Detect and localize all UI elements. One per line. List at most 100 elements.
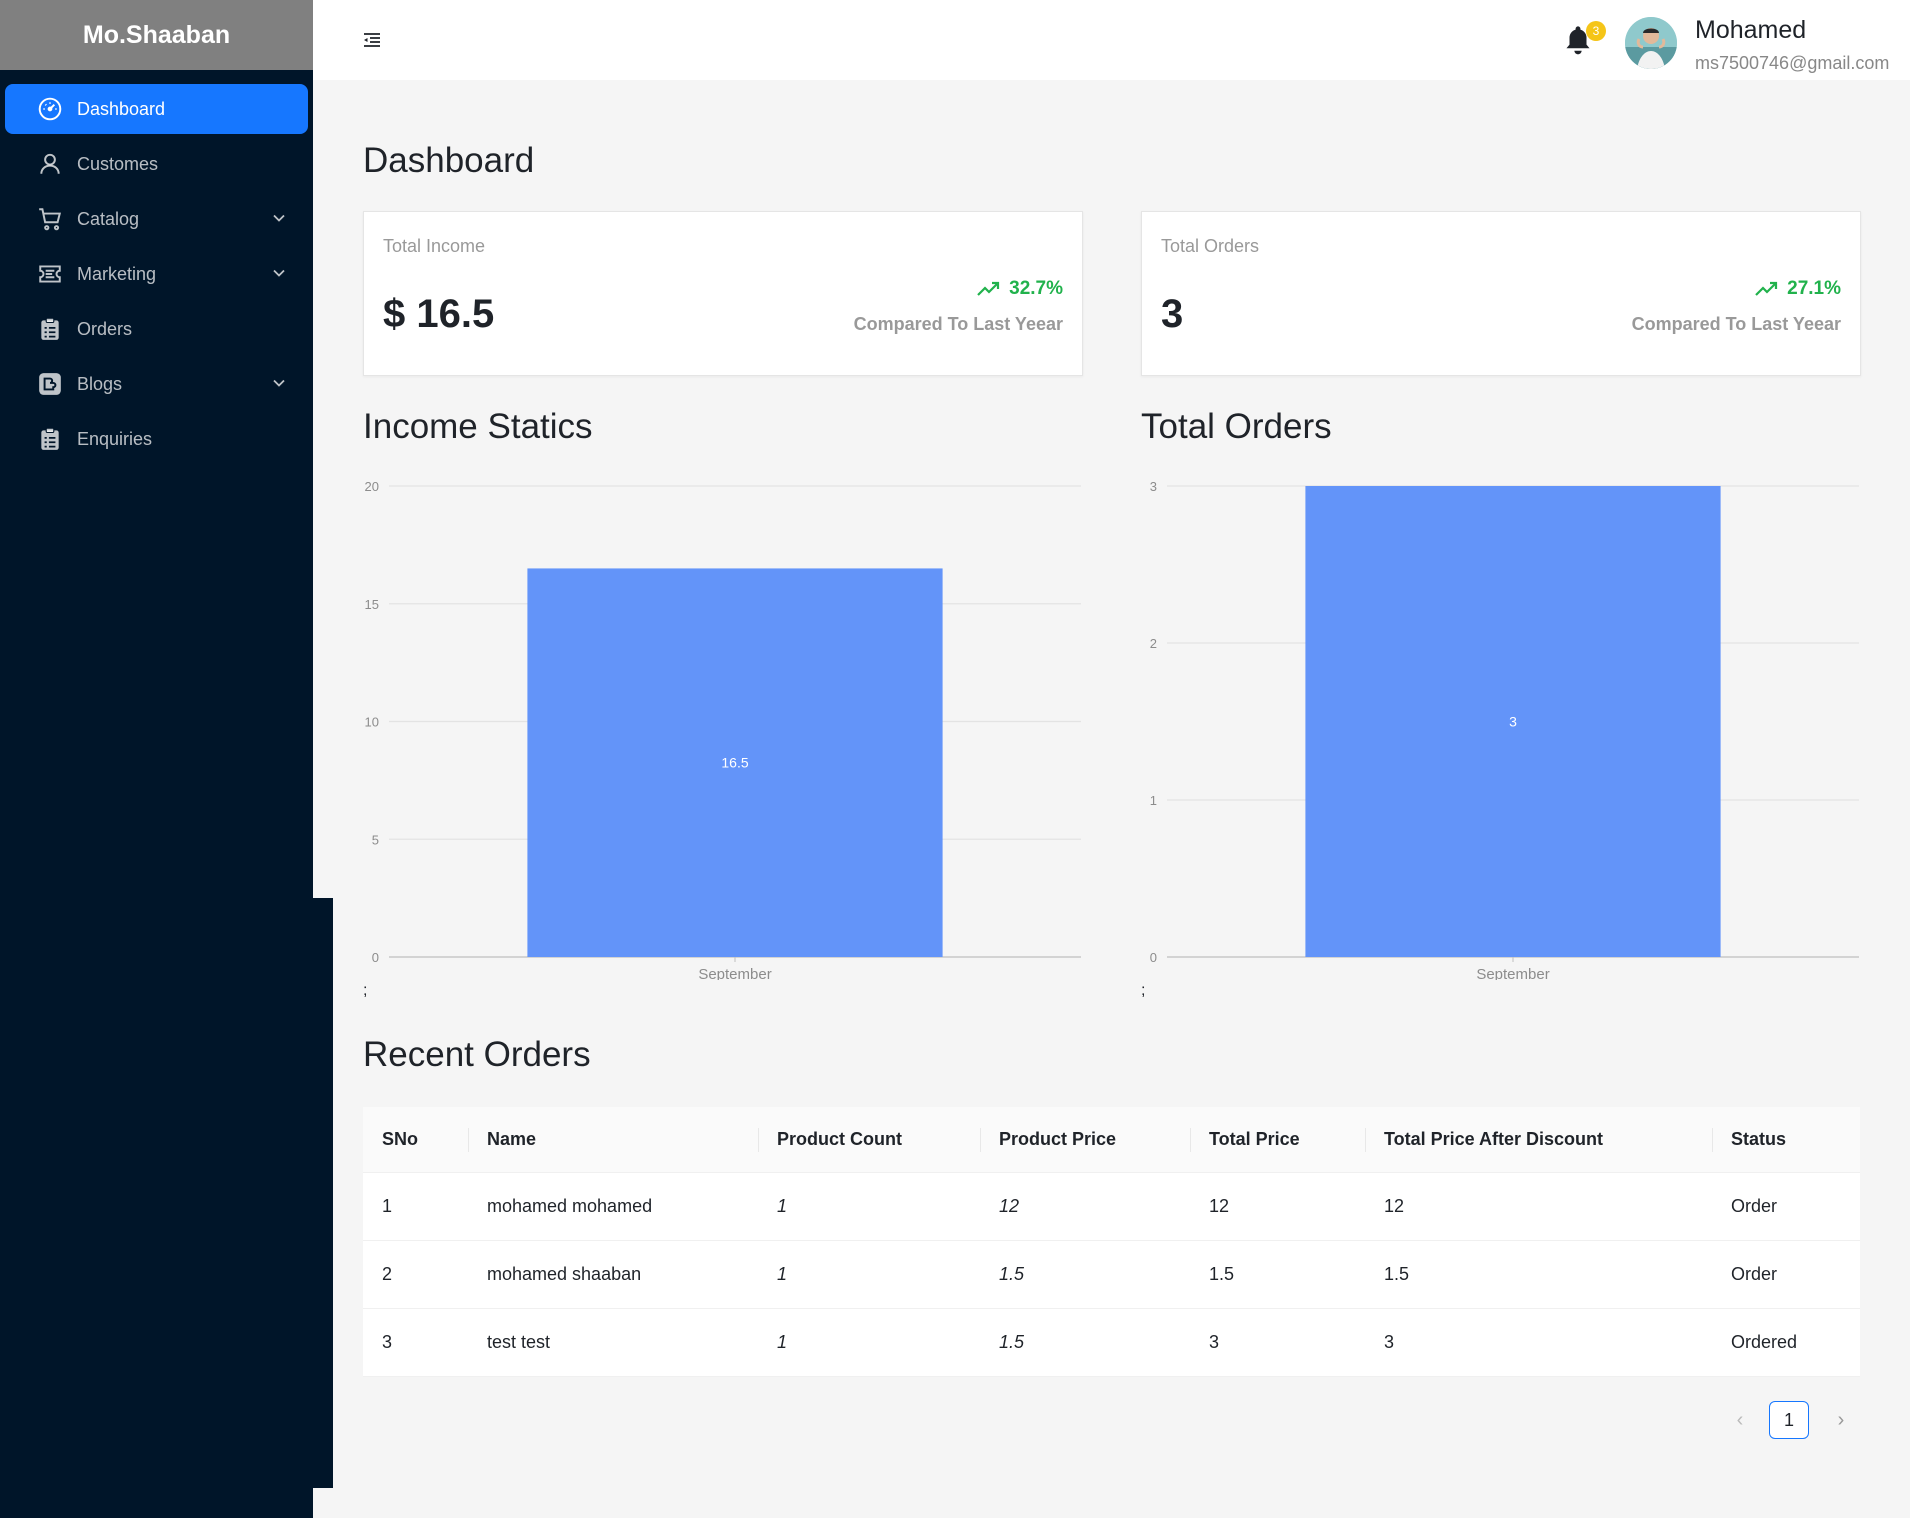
stat-compare: Compared To Last Yeear bbox=[853, 314, 1063, 334]
chevron-down-icon[interactable] bbox=[272, 376, 286, 390]
table-row: 3 test test 1 1.5 3 3 Ordered bbox=[363, 1309, 1860, 1377]
recent-orders-title: Recent Orders bbox=[363, 1035, 591, 1074]
clipboard-list-icon bbox=[36, 425, 64, 453]
sidebar-item-marketing[interactable]: Marketing bbox=[5, 249, 308, 299]
income-bar-chart: 0 5 10 15 20 16.5 September bbox=[365, 479, 1081, 980]
y-tick-label: 0 bbox=[1150, 950, 1157, 965]
table-cell: 3 bbox=[1384, 1332, 1395, 1352]
sidebar: Mo.Shaaban Dashboard Customes Catalog Ma… bbox=[0, 0, 313, 1518]
brand-logo: Mo.Shaaban bbox=[0, 0, 313, 70]
pagination-next-button[interactable]: › bbox=[1829, 1408, 1853, 1432]
user-icon bbox=[36, 150, 64, 178]
sidebar-menu: Dashboard Customes Catalog Marketing Ord… bbox=[0, 70, 313, 464]
table-cell: 3 bbox=[382, 1332, 393, 1352]
column-header[interactable]: SNo bbox=[363, 1107, 468, 1172]
stat-trend-value: 32.7% bbox=[1009, 278, 1063, 299]
table-header: SNo Name Product Count Product Price Tot… bbox=[363, 1107, 1860, 1173]
y-tick-label: 5 bbox=[372, 832, 379, 847]
clipboard-list-icon bbox=[36, 315, 64, 343]
table-cell: 1 bbox=[382, 1196, 393, 1216]
chart-footer: ; bbox=[363, 982, 368, 999]
table-cell: mohamed mohamed bbox=[487, 1196, 653, 1216]
trend-up-icon bbox=[977, 281, 1000, 296]
sidebar-item-enquiries[interactable]: Enquiries bbox=[5, 414, 308, 464]
sidebar-overflow bbox=[313, 898, 333, 1488]
chart-title-orders: Total Orders bbox=[1141, 407, 1332, 446]
bar-data-label: 16.5 bbox=[721, 755, 748, 771]
sidebar-item-label: Blogs bbox=[77, 373, 123, 394]
table-cell: 3 bbox=[1209, 1332, 1220, 1352]
table-cell: 1 bbox=[777, 1264, 788, 1284]
y-tick-label: 0 bbox=[372, 950, 379, 965]
sidebar-item-dashboard[interactable]: Dashboard bbox=[5, 84, 308, 134]
y-tick-label: 15 bbox=[365, 597, 379, 612]
trend-up-icon bbox=[1755, 281, 1778, 296]
column-header[interactable]: Total Price bbox=[1190, 1107, 1365, 1172]
table-cell: Order bbox=[1731, 1196, 1778, 1216]
table-cell: mohamed shaaban bbox=[487, 1264, 642, 1284]
sidebar-item-label: Catalog bbox=[77, 208, 140, 229]
y-tick-label: 1 bbox=[1150, 793, 1157, 808]
chart-title-income: Income Statics bbox=[363, 407, 593, 446]
table-cell: 12 bbox=[1209, 1196, 1230, 1216]
sidebar-item-blogs[interactable]: Blogs bbox=[5, 359, 308, 409]
table-cell: 1.5 bbox=[999, 1264, 1025, 1284]
y-tick-label: 2 bbox=[1150, 636, 1157, 651]
chevron-down-icon[interactable] bbox=[272, 266, 286, 280]
x-tick-label: September bbox=[698, 966, 771, 980]
y-tick-label: 20 bbox=[365, 479, 379, 494]
pagination-prev-button[interactable]: ‹ bbox=[1728, 1408, 1752, 1432]
sidebar-item-label: Customes bbox=[77, 153, 159, 174]
menu-fold-icon[interactable] bbox=[362, 30, 382, 50]
column-header[interactable]: Name bbox=[468, 1107, 758, 1172]
sidebar-item-label: Enquiries bbox=[77, 428, 153, 449]
chart-footer: ; bbox=[1141, 982, 1146, 999]
table-cell: 12 bbox=[1384, 1196, 1405, 1216]
sidebar-item-orders[interactable]: Orders bbox=[5, 304, 308, 354]
chevron-down-icon[interactable] bbox=[272, 211, 286, 225]
stat-trend-value: 27.1% bbox=[1787, 278, 1841, 299]
y-tick-label: 3 bbox=[1150, 479, 1157, 494]
shopping-cart-icon bbox=[36, 205, 64, 233]
ticket-icon bbox=[36, 260, 64, 288]
x-tick-label: September bbox=[1476, 966, 1549, 980]
sidebar-item-catalog[interactable]: Catalog bbox=[5, 194, 308, 244]
page-title: Dashboard bbox=[363, 141, 535, 180]
sidebar-item-customers[interactable]: Customes bbox=[5, 139, 308, 189]
y-tick-label: 10 bbox=[365, 715, 379, 730]
table-cell: 1.5 bbox=[1209, 1264, 1235, 1284]
table-cell: Order bbox=[1731, 1264, 1778, 1284]
dashboard-icon bbox=[36, 95, 64, 123]
table-cell: test test bbox=[487, 1332, 551, 1352]
column-header[interactable]: Product Price bbox=[980, 1107, 1190, 1172]
stat-trend: 32.7% bbox=[977, 278, 1063, 300]
recent-orders-table: SNo Name Product Count Product Price Tot… bbox=[363, 1107, 1860, 1377]
table-cell: 1.5 bbox=[1384, 1264, 1410, 1284]
stat-label: Total Orders bbox=[1161, 236, 1260, 256]
column-header[interactable]: Status bbox=[1712, 1107, 1860, 1172]
table-row: 1 mohamed mohamed 1 12 12 12 Order bbox=[363, 1173, 1860, 1241]
table-cell: 1.5 bbox=[999, 1332, 1025, 1352]
blogger-icon bbox=[36, 370, 64, 398]
sidebar-item-label: Dashboard bbox=[77, 98, 166, 119]
stat-value: 3 bbox=[1161, 292, 1184, 336]
notification-badge: 3 bbox=[1586, 21, 1606, 41]
column-header[interactable]: Total Price After Discount bbox=[1365, 1107, 1712, 1172]
user-name: Mohamed bbox=[1695, 16, 1807, 44]
orders-bar-chart: 0 1 2 3 3 September bbox=[1150, 479, 1859, 980]
sidebar-item-label: Orders bbox=[77, 318, 133, 339]
stat-trend: 27.1% bbox=[1755, 278, 1841, 300]
column-header[interactable]: Product Count bbox=[758, 1107, 980, 1172]
table-row: 2 mohamed shaaban 1 1.5 1.5 1.5 Order bbox=[363, 1241, 1860, 1309]
table-cell: 1 bbox=[777, 1196, 788, 1216]
bar-data-label: 3 bbox=[1509, 714, 1517, 730]
table-cell: 12 bbox=[999, 1196, 1020, 1216]
table-cell: 2 bbox=[382, 1264, 393, 1284]
table-cell: 1 bbox=[777, 1332, 788, 1352]
stat-card-total-income: Total Income $ 16.5 32.7% Compared To La… bbox=[363, 211, 1083, 376]
sidebar-item-label: Marketing bbox=[77, 263, 157, 284]
avatar[interactable] bbox=[1625, 17, 1677, 69]
top-header: 3 Mohamed ms7500746@gmail.com bbox=[313, 0, 1910, 80]
user-email: ms7500746@gmail.com bbox=[1695, 53, 1890, 73]
pagination-page-1[interactable]: 1 bbox=[1769, 1401, 1809, 1439]
